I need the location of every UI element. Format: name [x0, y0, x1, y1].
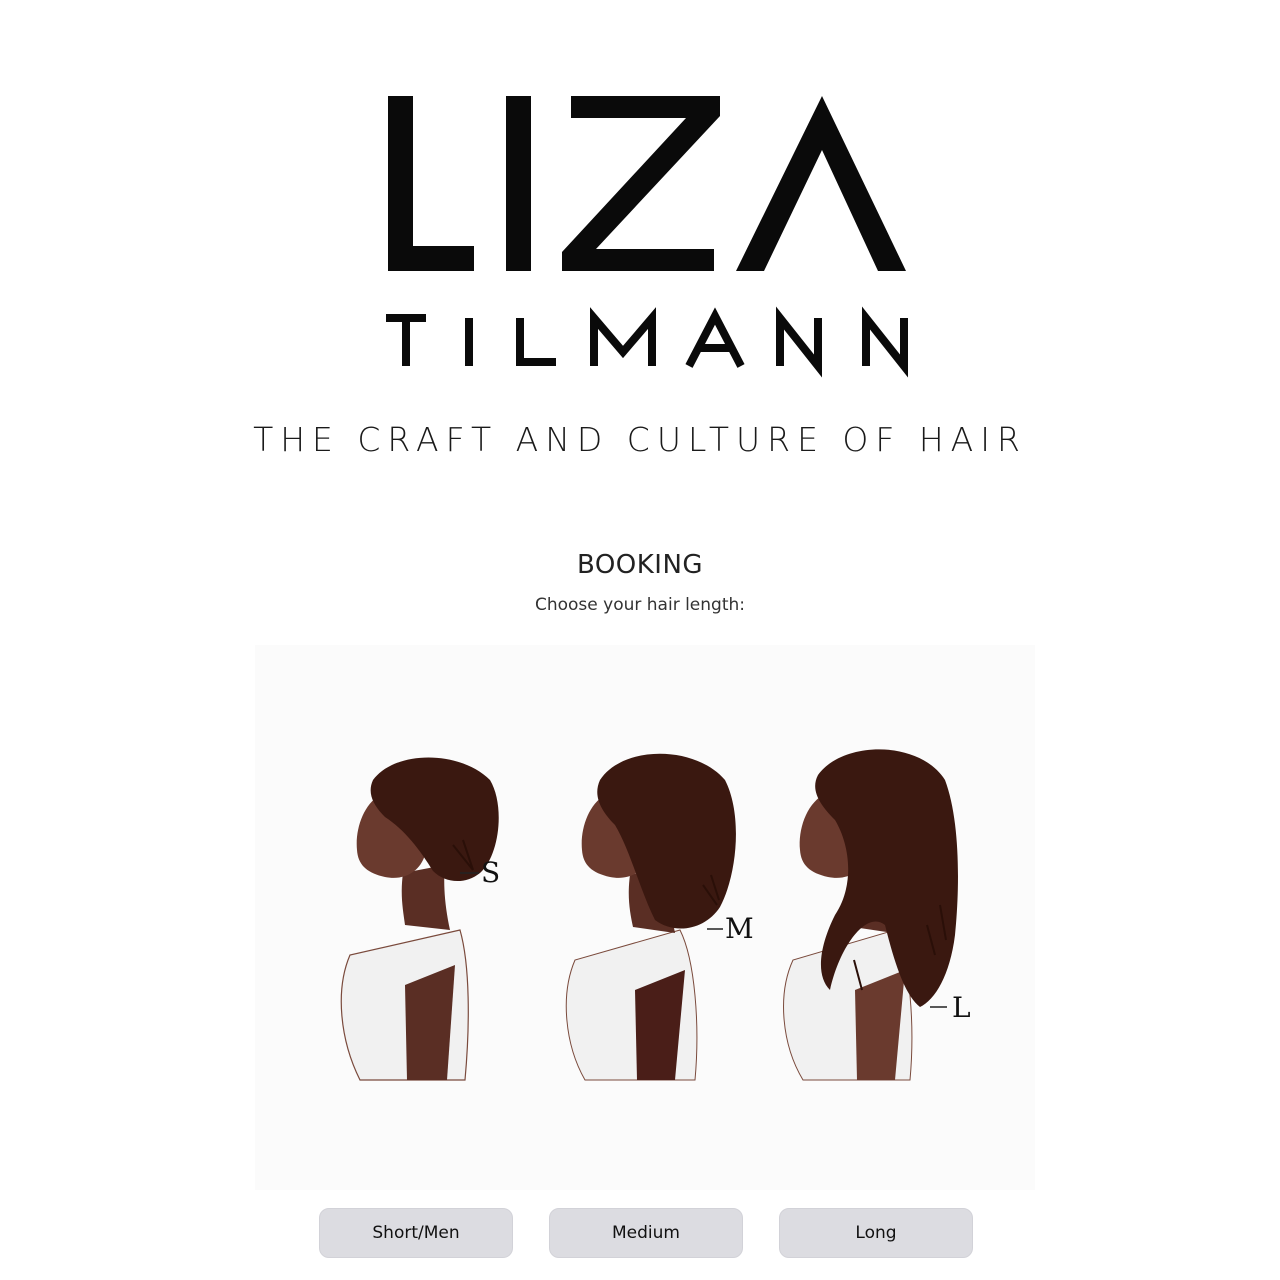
brand-logo	[386, 96, 908, 378]
figure-medium	[565, 753, 736, 1081]
hair-length-figures: S M L	[340, 749, 971, 1081]
figure-long	[783, 749, 958, 1081]
label-s: S	[481, 856, 500, 889]
label-l: L	[952, 991, 971, 1024]
booking-prompt: Choose your hair length:	[534, 595, 746, 615]
figure-short	[340, 757, 499, 1081]
medium-button[interactable]: Medium	[549, 1208, 743, 1258]
long-button[interactable]: Long	[779, 1208, 973, 1258]
hair-length-illustration: S M L	[255, 645, 1035, 1190]
booking-heading: BOOKING	[576, 550, 704, 580]
tagline: THE CRAFT AND CULTURE OF HAIR	[253, 420, 1027, 459]
label-m: M	[725, 912, 754, 945]
short-men-button[interactable]: Short/Men	[319, 1208, 513, 1258]
